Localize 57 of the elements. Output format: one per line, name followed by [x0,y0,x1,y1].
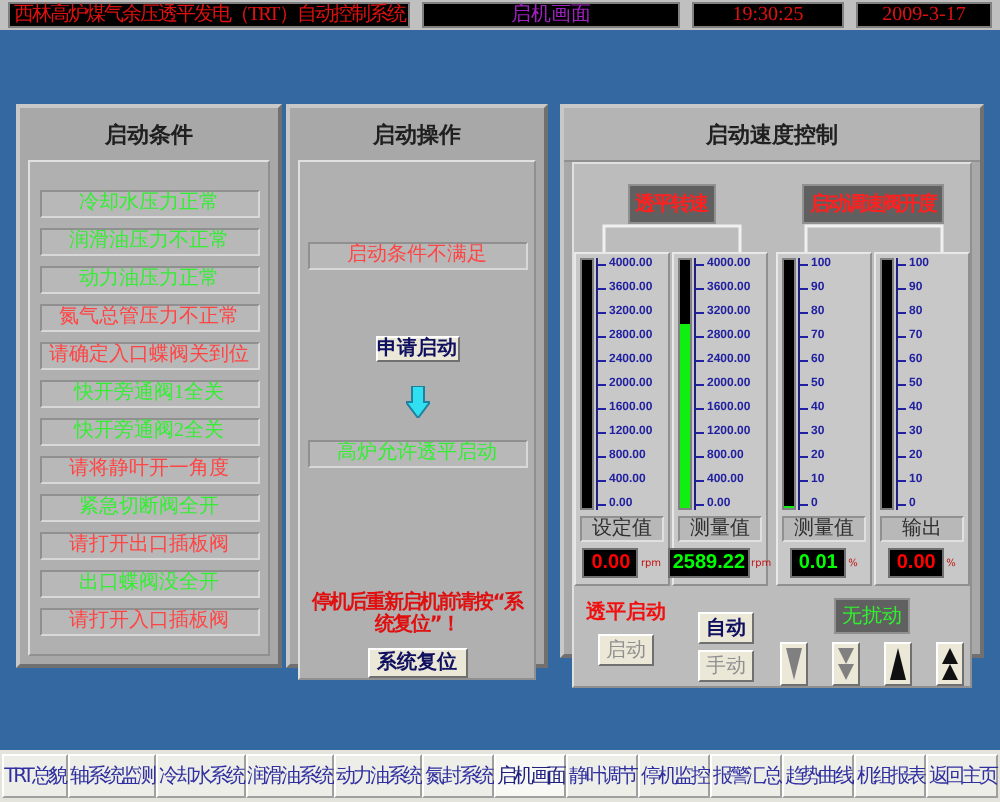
down-arrow-icon [405,386,429,418]
condition-indicator: 氮气总管压力不正常 [39,304,259,332]
status-indicator: 启动条件不满足 [307,242,527,270]
nav-tab[interactable]: TRT总貌 [2,754,68,798]
nav-tab[interactable]: 静叶调节 [566,754,639,798]
value-readout: 0.00 [591,552,631,574]
step-button[interactable] [936,642,964,686]
condition-indicator: 请打开出口插板阀 [39,532,259,560]
screen-title: 启机画面 [422,2,680,28]
system-reset-button[interactable]: 系统复位 [367,648,467,678]
nav-tab[interactable]: 趋势曲线 [782,754,855,798]
system-title: 西林高炉煤气余压透平发电（TRT）自动控制系统 [8,2,411,28]
nav-tab[interactable]: 润滑油系统 [245,754,334,798]
nav-tab[interactable]: 停机监控 [638,754,711,798]
condition-indicator: 出口蝶阀没全开 [39,570,259,598]
condition-indicator: 快开旁通阀2全关 [39,418,259,446]
nav-tab[interactable]: 动力油系统 [333,754,423,798]
reset-notice: 停机后重新启机前请按“系统复位”！ [309,592,525,636]
condition-indicator: 润滑油压力不正常 [39,228,259,256]
nav-tab[interactable]: 冷却水系统 [156,754,246,798]
request-start-button[interactable]: 申请启动 [375,336,459,362]
status-indicator: 高炉允许透平启动 [307,440,527,468]
value-readout: 0.01 [798,552,838,574]
value-readout: 0.00 [896,552,936,574]
nav-tab[interactable]: 启机画面 [494,754,567,798]
value-label: 设定值 [580,516,664,542]
mode-button[interactable]: 自动 [698,612,754,644]
value-label: 输出 [880,516,964,542]
group-label: 启动调速阀开度 [802,184,944,224]
chevron-down-icon [782,644,806,684]
double-chevron-down-icon [834,644,858,684]
condition-indicator: 请将静叶开一角度 [39,456,259,484]
condition-indicator: 请确定入口蝶阀关到位 [39,342,259,370]
panel-title: 启动速度控制 [564,108,980,162]
condition-indicator: 紧急切断阀全开 [39,494,259,522]
value-label: 测量值 [678,516,762,542]
clock-time: 19:30:25 [692,2,844,28]
value-readout: 2589.22 [672,552,746,574]
start-label: 透平启动 [586,598,666,626]
nav-tab[interactable]: 报警汇总 [710,754,783,798]
panel-title: 启动条件 [103,121,195,152]
condition-indicator: 冷却水压力正常 [39,190,259,218]
chevron-up-icon [886,644,910,684]
value-label: 测量值 [782,516,866,542]
nav-tab[interactable]: 机组报表 [854,754,927,798]
clock-date: 2009-3-17 [856,2,992,28]
group-label: 透平转速 [627,184,715,224]
double-chevron-up-icon [938,644,962,684]
mode-indicator: 无扰动 [834,598,910,634]
nav-tab[interactable]: 轴系统监测 [67,754,157,798]
step-button[interactable] [884,642,912,686]
condition-indicator: 快开旁通阀1全关 [39,380,259,408]
nav-tab[interactable]: 返回主页 [926,754,999,798]
panel-title: 启动操作 [371,121,463,152]
condition-indicator: 动力油压力正常 [39,266,259,294]
nav-tab[interactable]: 氮封系统 [422,754,495,798]
condition-indicator: 请打开入口插板阀 [39,608,259,636]
